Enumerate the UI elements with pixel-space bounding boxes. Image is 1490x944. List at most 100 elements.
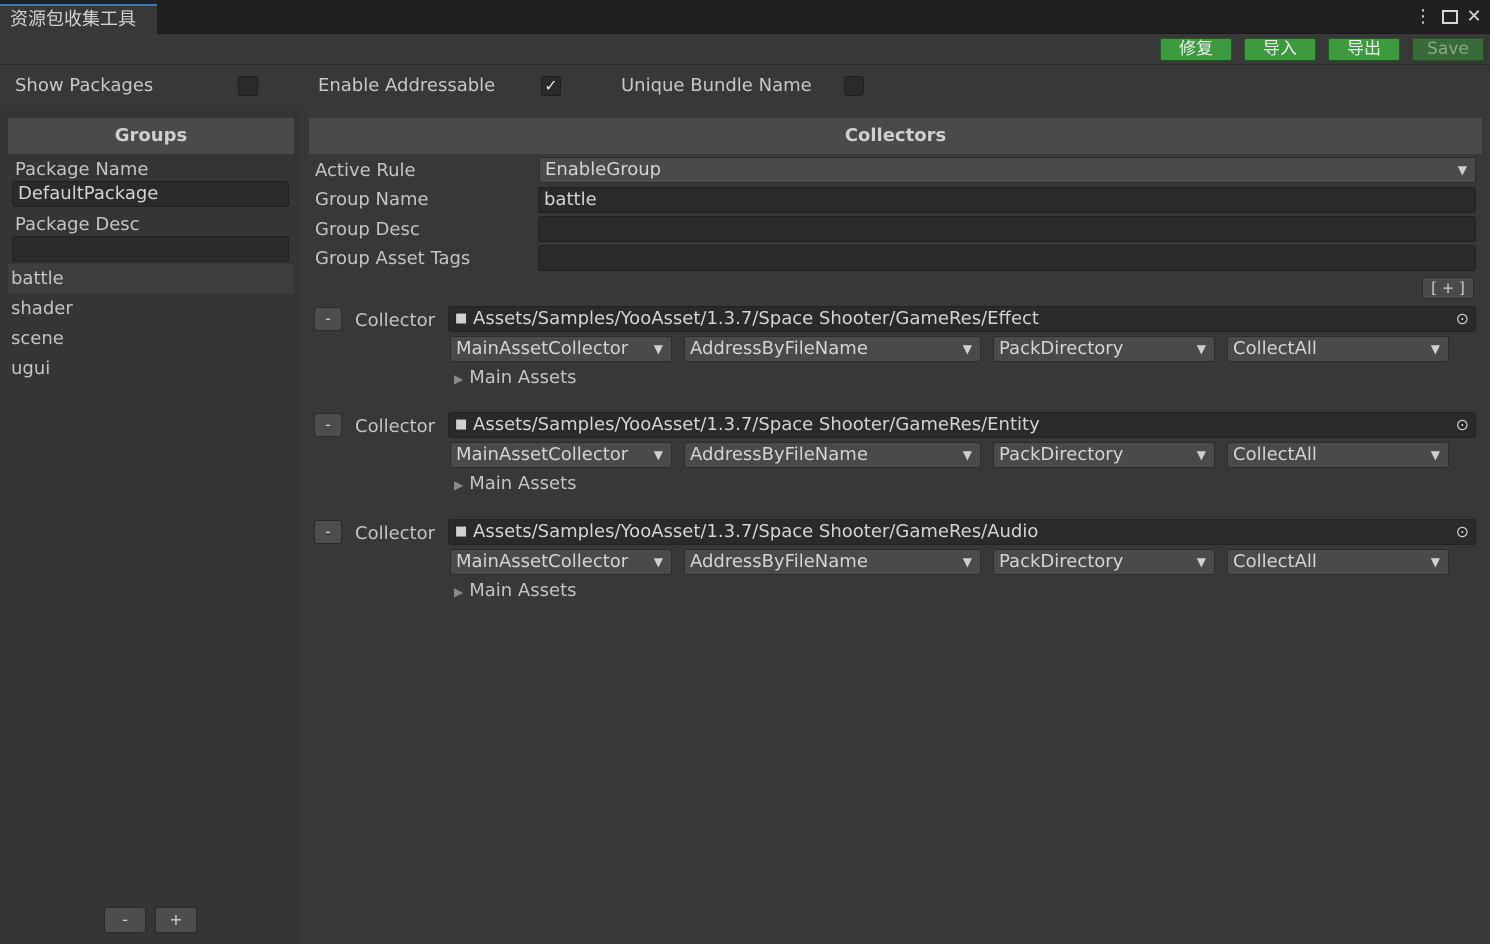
- folder-icon: ■: [455, 311, 468, 326]
- collector-path-field[interactable]: ■ Assets/Samples/YooAsset/1.3.7/Space Sh…: [448, 412, 1476, 438]
- enable-addressable-label: Enable Addressable: [318, 75, 496, 96]
- collector-path-field[interactable]: ■ Assets/Samples/YooAsset/1.3.7/Space Sh…: [448, 519, 1476, 545]
- collector-type-dropdown[interactable]: MainAssetCollector ▼: [450, 442, 672, 468]
- window-tab[interactable]: 资源包收集工具: [0, 4, 157, 34]
- collector-path: Assets/Samples/YooAsset/1.3.7/Space Shoo…: [473, 414, 1040, 435]
- remove-collector-button[interactable]: -: [314, 307, 342, 331]
- main-assets-label: Main Assets: [469, 473, 577, 494]
- object-picker-icon[interactable]: ⊙: [1456, 307, 1469, 331]
- remove-collector-button[interactable]: -: [314, 520, 342, 544]
- pack-rule-value: PackDirectory: [999, 444, 1124, 465]
- foldout-arrow-icon: ▶: [454, 585, 464, 599]
- group-list-item[interactable]: scene: [8, 324, 294, 354]
- group-list-item[interactable]: shader: [8, 294, 294, 324]
- group-name-label: Group Name: [315, 189, 429, 210]
- collector-type-value: MainAssetCollector: [456, 338, 629, 359]
- address-rule-value: AddressByFileName: [690, 551, 868, 572]
- filter-rule-dropdown[interactable]: CollectAll ▼: [1227, 336, 1449, 362]
- check-mark-icon: ✓: [544, 76, 558, 95]
- object-picker-icon[interactable]: ⊙: [1456, 413, 1469, 437]
- pack-rule-value: PackDirectory: [999, 551, 1124, 572]
- active-rule-label: Active Rule: [315, 160, 416, 181]
- filter-rule-value: CollectAll: [1233, 551, 1317, 572]
- address-rule-value: AddressByFileName: [690, 338, 868, 359]
- collector-path-field[interactable]: ■ Assets/Samples/YooAsset/1.3.7/Space Sh…: [448, 306, 1476, 332]
- unique-bundle-name-checkbox[interactable]: [844, 76, 864, 96]
- address-rule-dropdown[interactable]: AddressByFileName ▼: [684, 549, 981, 575]
- group-list-item[interactable]: battle: [8, 264, 294, 294]
- kebab-menu-icon[interactable]: ⋮: [1412, 5, 1434, 29]
- collector-type-dropdown[interactable]: MainAssetCollector ▼: [450, 549, 672, 575]
- package-name-input[interactable]: DefaultPackage: [12, 181, 289, 207]
- dropdown-arrow-icon: ▼: [962, 448, 972, 462]
- collectors-header: Collectors: [309, 118, 1482, 154]
- title-bar: 资源包收集工具 ⋮ ✕: [0, 0, 1490, 34]
- collector-label: Collector: [355, 416, 436, 437]
- active-rule-value: EnableGroup: [545, 159, 662, 180]
- foldout-arrow-icon: ▶: [454, 478, 464, 492]
- dropdown-arrow-icon: ▼: [1457, 163, 1467, 177]
- dropdown-arrow-icon: ▼: [1196, 448, 1206, 462]
- dropdown-arrow-icon: ▼: [1196, 555, 1206, 569]
- package-desc-input[interactable]: [12, 236, 289, 262]
- pack-rule-dropdown[interactable]: PackDirectory ▼: [993, 442, 1215, 468]
- dropdown-arrow-icon: ▼: [1430, 342, 1440, 356]
- filter-rule-dropdown[interactable]: CollectAll ▼: [1227, 549, 1449, 575]
- address-rule-dropdown[interactable]: AddressByFileName ▼: [684, 442, 981, 468]
- remove-collector-button[interactable]: -: [314, 413, 342, 437]
- collector-label: Collector: [355, 310, 436, 331]
- add-group-button[interactable]: +: [155, 907, 197, 933]
- group-asset-tags-input[interactable]: [538, 245, 1476, 271]
- package-desc-label: Package Desc: [15, 214, 140, 235]
- fix-button[interactable]: 修复: [1160, 38, 1232, 61]
- toolbar: 修复 导入 导出 Save: [0, 35, 1490, 65]
- collector-label: Collector: [355, 523, 436, 544]
- dropdown-arrow-icon: ▼: [962, 555, 972, 569]
- group-list-item[interactable]: ugui: [8, 354, 294, 384]
- group-desc-label: Group Desc: [315, 219, 420, 240]
- pack-rule-dropdown[interactable]: PackDirectory ▼: [993, 549, 1215, 575]
- add-collector-button[interactable]: [ + ]: [1422, 277, 1474, 299]
- group-name-input[interactable]: battle: [538, 187, 1476, 213]
- maximize-icon[interactable]: [1439, 5, 1461, 29]
- group-asset-tags-label: Group Asset Tags: [315, 248, 471, 269]
- dropdown-arrow-icon: ▼: [653, 448, 663, 462]
- main-assets-foldout[interactable]: ▶ Main Assets: [454, 367, 577, 390]
- folder-icon: ■: [455, 524, 468, 539]
- address-rule-dropdown[interactable]: AddressByFileName ▼: [684, 336, 981, 362]
- main-assets-label: Main Assets: [469, 367, 577, 388]
- filter-rule-dropdown[interactable]: CollectAll ▼: [1227, 442, 1449, 468]
- collector-path: Assets/Samples/YooAsset/1.3.7/Space Shoo…: [473, 521, 1039, 542]
- show-packages-checkbox[interactable]: [238, 76, 258, 96]
- groups-panel: Groups Package Name DefaultPackage Packa…: [0, 110, 301, 944]
- dropdown-arrow-icon: ▼: [653, 555, 663, 569]
- save-button[interactable]: Save: [1412, 38, 1484, 61]
- pack-rule-value: PackDirectory: [999, 338, 1124, 359]
- main-assets-foldout[interactable]: ▶ Main Assets: [454, 580, 577, 603]
- collector-type-dropdown[interactable]: MainAssetCollector ▼: [450, 336, 672, 362]
- active-rule-dropdown[interactable]: EnableGroup ▼: [539, 157, 1476, 183]
- collector-type-value: MainAssetCollector: [456, 444, 629, 465]
- remove-group-button[interactable]: -: [104, 907, 146, 933]
- dropdown-arrow-icon: ▼: [962, 342, 972, 356]
- show-packages-label: Show Packages: [15, 75, 154, 96]
- address-rule-value: AddressByFileName: [690, 444, 868, 465]
- unique-bundle-name-label: Unique Bundle Name: [621, 75, 812, 96]
- group-desc-input[interactable]: [538, 216, 1476, 242]
- main-assets-label: Main Assets: [469, 580, 577, 601]
- groups-panel-body: Groups Package Name DefaultPackage Packa…: [0, 110, 301, 944]
- groups-header: Groups: [8, 118, 294, 154]
- close-icon[interactable]: ✕: [1463, 5, 1485, 29]
- import-button[interactable]: 导入: [1244, 38, 1316, 61]
- collectors-panel: Collectors Active Rule EnableGroup ▼ Gro…: [302, 110, 1490, 944]
- package-name-label: Package Name: [15, 159, 149, 180]
- export-button[interactable]: 导出: [1328, 38, 1400, 61]
- folder-icon: ■: [455, 417, 468, 432]
- main-assets-foldout[interactable]: ▶ Main Assets: [454, 473, 577, 496]
- pack-rule-dropdown[interactable]: PackDirectory ▼: [993, 336, 1215, 362]
- object-picker-icon[interactable]: ⊙: [1456, 520, 1469, 544]
- dropdown-arrow-icon: ▼: [653, 342, 663, 356]
- filter-rule-value: CollectAll: [1233, 444, 1317, 465]
- enable-addressable-checkbox[interactable]: ✓: [541, 76, 561, 96]
- dropdown-arrow-icon: ▼: [1196, 342, 1206, 356]
